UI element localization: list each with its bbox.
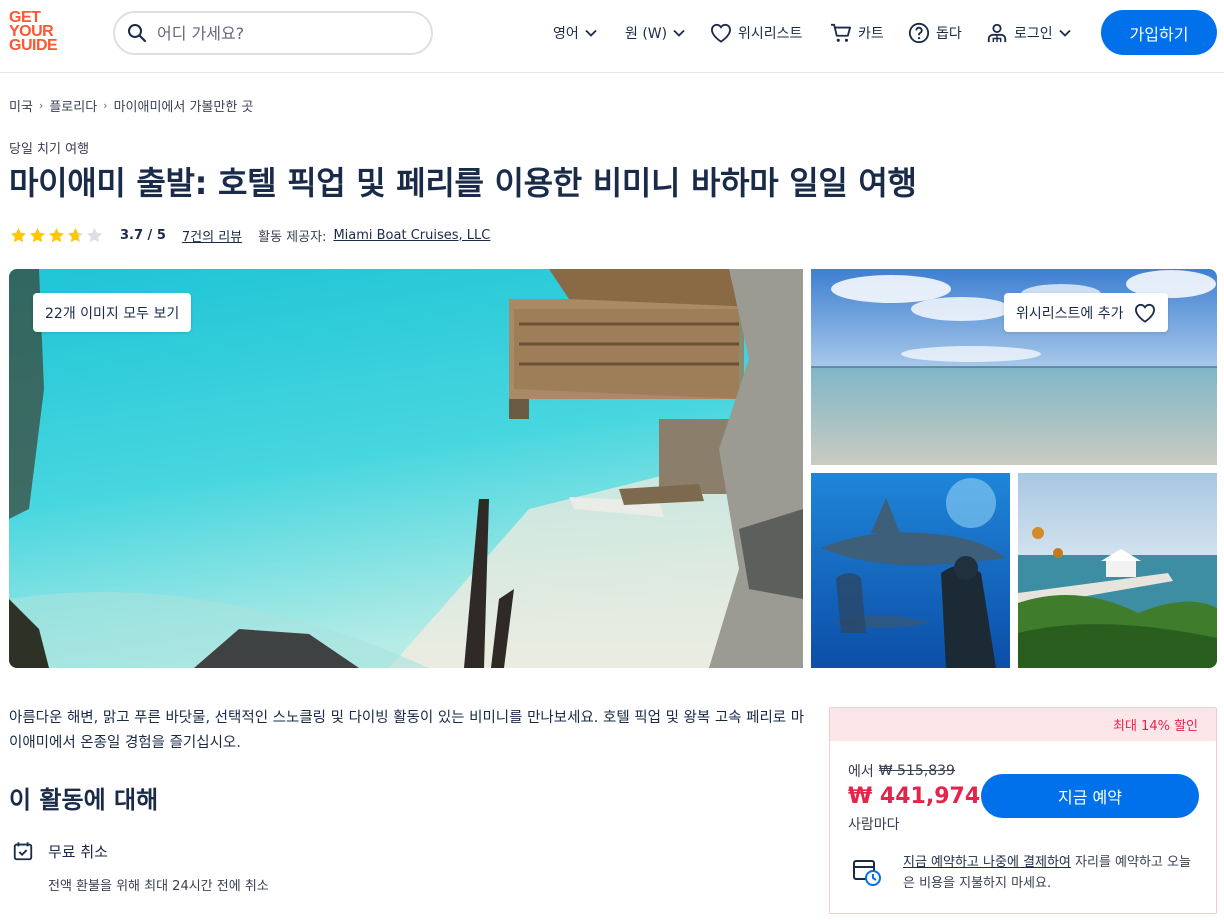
reviews-link[interactable]: 7건의 리뷰: [182, 226, 242, 245]
help-icon: [908, 22, 930, 44]
star-full-icon: [10, 227, 27, 242]
page-title: 마이애미 출발: 호텔 픽업 및 페리를 이용한 비미니 바하마 일일 여행: [9, 164, 917, 202]
gallery-image-shark-dive[interactable]: [811, 473, 1010, 668]
activity-category: 당일 치기 여행: [9, 142, 90, 157]
user-icon: [987, 23, 1007, 43]
cart-link[interactable]: 카트: [830, 19, 884, 47]
currency-selector[interactable]: 원 (W): [625, 19, 685, 47]
site-header: GET YOUR GUIDE 영어 원 (W) 위시리스트 카트 돕다 로그인 …: [0, 0, 1224, 73]
star-full-icon: [48, 227, 65, 242]
calendar-check-icon: [13, 842, 33, 861]
help-link[interactable]: 돕다: [908, 19, 962, 47]
cart-label: 카트: [858, 26, 884, 42]
per-person-label: 사람마다: [848, 817, 900, 833]
add-to-wishlist-label: 위시리스트에 추가: [1016, 305, 1124, 322]
heart-icon: [710, 23, 732, 43]
calendar-clock-icon: [853, 860, 881, 886]
reserve-now-pay-later: 지금 예약하고 나중에 결제하여 자리를 예약하고 오늘은 비용을 지불하지 마…: [903, 852, 1199, 894]
search-input[interactable]: [157, 23, 407, 43]
help-label: 돕다: [936, 26, 962, 42]
price-from-label: 에서: [848, 764, 874, 780]
breadcrumb-item-florida[interactable]: 플로리다: [49, 96, 97, 115]
cart-icon: [831, 23, 851, 42]
add-to-wishlist-button[interactable]: 위시리스트에 추가: [1004, 293, 1168, 332]
provider-label: 활동 제공자:: [258, 229, 327, 245]
star-empty-icon: [86, 227, 103, 242]
getyourguide-logo[interactable]: GET YOUR GUIDE: [9, 10, 69, 54]
booking-panel: 최대 14% 할인 에서 ₩ 515,839 ₩ 441,974 사람마다 지금…: [829, 707, 1217, 914]
search-icon: [128, 24, 147, 43]
provider-link[interactable]: Miami Boat Cruises, LLC: [333, 228, 490, 243]
view-all-images-button[interactable]: 22개 이미지 모두 보기: [33, 293, 192, 332]
discount-label: 최대 14% 할인: [1113, 719, 1198, 734]
free-cancellation-subtitle: 전액 환불을 위해 최대 24시간 전에 취소: [48, 879, 269, 894]
wishlist-link[interactable]: 위시리스트: [710, 19, 802, 47]
star-full-icon: [29, 227, 46, 242]
breadcrumb: 미국 › 플로리다 › 마이애미에서 가볼만한 곳: [9, 96, 253, 115]
free-cancellation-feature: [12, 840, 34, 862]
star-partial-icon: [67, 227, 84, 242]
language-label: 영어: [553, 26, 579, 42]
signup-button[interactable]: 가입하기: [1101, 10, 1217, 55]
chevron-down-icon: [673, 29, 685, 37]
heart-icon: [1134, 303, 1155, 323]
about-section-title: 이 활동에 대해: [9, 786, 159, 814]
book-now-button[interactable]: 지금 예약: [981, 774, 1199, 818]
chevron-down-icon: [1059, 29, 1071, 37]
login-menu[interactable]: 로그인: [986, 19, 1071, 47]
rating-row: 3.7 / 5 7건의 리뷰 활동 제공자: Miami Boat Cruise…: [9, 224, 490, 246]
activity-description: 아름다운 해변, 맑고 푸른 바닷물, 선택적인 스노클링 및 다이빙 활동이 …: [9, 710, 805, 751]
discount-banner: 최대 14% 할인: [830, 708, 1216, 741]
logo-line-3: GUIDE: [9, 37, 58, 54]
breadcrumb-item-usa[interactable]: 미국: [9, 96, 33, 115]
chevron-down-icon: [585, 29, 597, 37]
breadcrumb-separator: ›: [38, 99, 44, 112]
breadcrumb-item-miami[interactable]: 마이애미에서 가볼만한 곳: [114, 96, 254, 115]
gallery-image-pier[interactable]: [1018, 473, 1217, 668]
price-from-line: 에서 ₩ 515,839: [848, 761, 955, 781]
currency-label: 원 (W): [625, 26, 668, 42]
breadcrumb-separator: ›: [103, 99, 108, 112]
login-label: 로그인: [1014, 26, 1053, 42]
language-selector[interactable]: 영어: [553, 19, 597, 47]
rating-score: 3.7 / 5: [120, 227, 166, 243]
search-box[interactable]: [113, 11, 433, 55]
reserve-now-link[interactable]: 지금 예약하고 나중에 결제하여: [903, 855, 1071, 870]
wishlist-label: 위시리스트: [738, 26, 803, 42]
free-cancellation-title: 무료 취소: [48, 843, 108, 861]
original-price: ₩ 515,839: [878, 763, 955, 779]
current-price: ₩ 441,974: [848, 784, 981, 809]
star-rating: [9, 226, 104, 245]
